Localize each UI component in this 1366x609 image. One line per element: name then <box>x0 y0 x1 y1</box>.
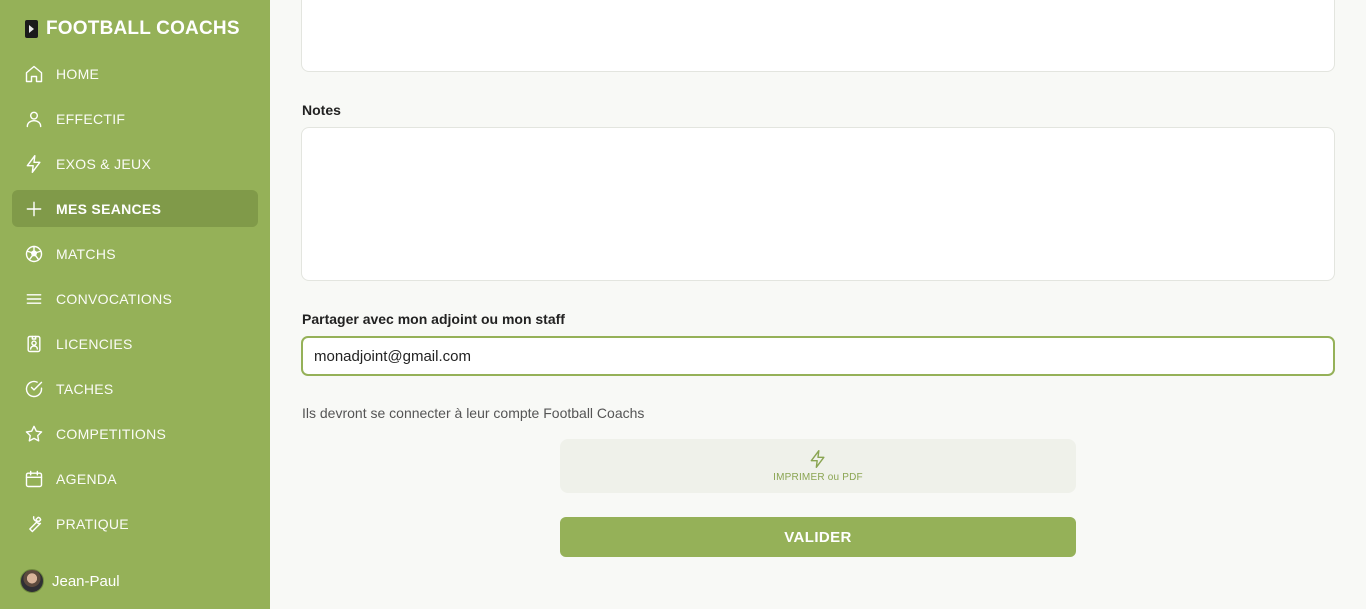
wrench-icon <box>24 514 44 534</box>
sidebar-item-matchs[interactable]: MATCHS <box>12 235 258 272</box>
sidebar-item-pratique[interactable]: PRATIQUE <box>12 505 258 542</box>
print-pdf-label: IMPRIMER ou PDF <box>773 472 863 483</box>
sidebar-item-label: LICENCIES <box>56 335 133 352</box>
sidebar-item-mes-seances[interactable]: MES SEANCES <box>12 190 258 227</box>
sidebar-item-label: MATCHS <box>56 245 116 262</box>
sidebar-item-label: TACHES <box>56 380 114 397</box>
sidebar-item-label: PRATIQUE <box>56 515 129 532</box>
sidebar-item-label: HOME <box>56 65 100 82</box>
soccer-ball-icon <box>24 244 44 264</box>
sidebar-item-label: EFFECTIF <box>56 110 126 127</box>
share-label: Partager avec mon adjoint ou mon staff <box>302 311 565 327</box>
sidebar-item-exos-jeux[interactable]: EXOS & JEUX <box>12 145 258 182</box>
user-profile[interactable]: Jean-Paul <box>20 569 120 593</box>
sidebar-item-competitions[interactable]: COMPETITIONS <box>12 415 258 452</box>
sidebar-item-agenda[interactable]: AGENDA <box>12 460 258 497</box>
sidebar-item-home[interactable]: HOME <box>12 55 258 92</box>
home-icon <box>24 64 44 84</box>
notes-label: Notes <box>302 102 341 118</box>
validate-button[interactable]: VALIDER <box>560 517 1076 557</box>
sidebar-item-taches[interactable]: TACHES <box>12 370 258 407</box>
share-email-input[interactable] <box>301 336 1335 376</box>
logo-icon <box>25 20 38 38</box>
menu-lines-icon <box>24 289 44 309</box>
user-icon <box>24 109 44 129</box>
sidebar-item-licencies[interactable]: LICENCIES <box>12 325 258 362</box>
brand[interactable]: FOOTBALL COACHS <box>25 18 240 40</box>
star-icon <box>24 424 44 444</box>
sidebar-item-label: EXOS & JEUX <box>56 155 152 172</box>
notes-textarea[interactable] <box>301 127 1335 281</box>
check-circle-icon <box>24 379 44 399</box>
user-name: Jean-Paul <box>52 572 120 590</box>
sidebar-item-label: AGENDA <box>56 470 117 487</box>
sidebar-item-label: COMPETITIONS <box>56 425 167 442</box>
sidebar-nav: HOME EFFECTIF EXOS & JEUX MES SEANCES MA… <box>12 55 258 550</box>
print-pdf-button[interactable]: IMPRIMER ou PDF <box>560 439 1076 493</box>
plus-icon <box>24 199 44 219</box>
brand-title: FOOTBALL COACHS <box>46 18 240 39</box>
sidebar-item-convocations[interactable]: CONVOCATIONS <box>12 280 258 317</box>
sidebar-item-label: MES SEANCES <box>56 200 162 217</box>
lightning-icon <box>24 154 44 174</box>
avatar <box>20 569 44 593</box>
sidebar: FOOTBALL COACHS HOME EFFECTIF EXOS & JEU… <box>0 0 270 609</box>
id-badge-icon <box>24 334 44 354</box>
previous-textarea[interactable] <box>301 0 1335 72</box>
share-hint: Ils devront se connecter à leur compte F… <box>302 405 645 421</box>
sidebar-item-label: CONVOCATIONS <box>56 290 173 307</box>
lightning-icon <box>810 449 825 469</box>
sidebar-item-effectif[interactable]: EFFECTIF <box>12 100 258 137</box>
calendar-icon <box>24 469 44 489</box>
